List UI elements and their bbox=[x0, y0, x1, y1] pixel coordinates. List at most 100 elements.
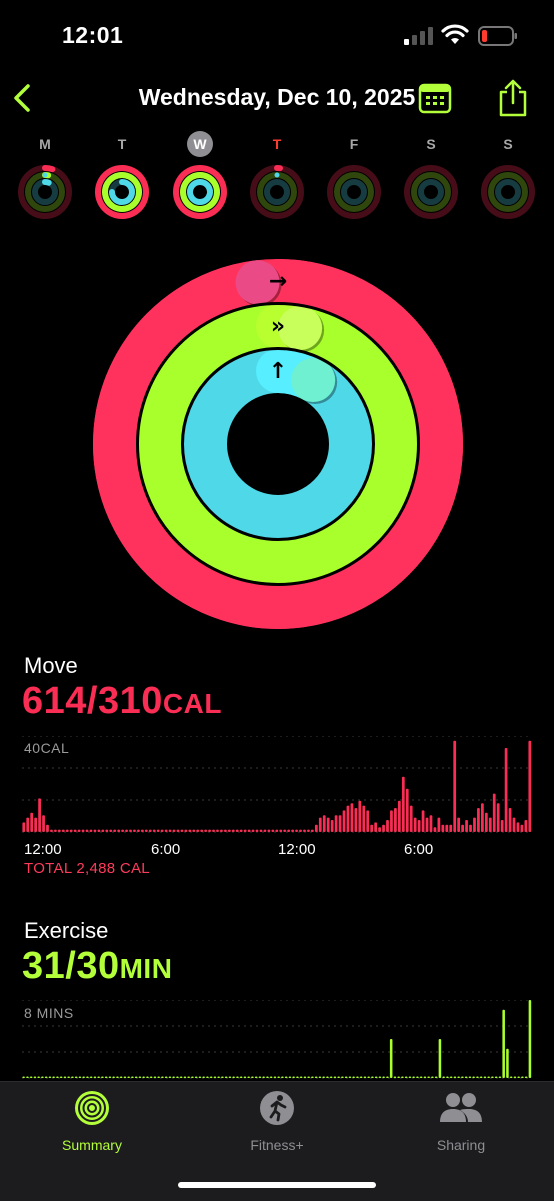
chart-bar bbox=[424, 1077, 427, 1079]
calendar-icon[interactable] bbox=[418, 82, 452, 114]
chart-bar bbox=[469, 825, 472, 832]
chart-bar bbox=[434, 827, 437, 832]
chart-bar bbox=[304, 1077, 307, 1079]
chart-bar bbox=[352, 1077, 355, 1079]
week-day-6[interactable]: S bbox=[403, 136, 459, 152]
chart-bar bbox=[34, 818, 37, 832]
chart-bar bbox=[431, 1077, 434, 1079]
week-day-letter: S bbox=[403, 136, 459, 152]
tab-summary[interactable]: Summary bbox=[32, 1090, 152, 1153]
chart-bar bbox=[521, 1077, 524, 1079]
chart-bar bbox=[214, 1077, 217, 1079]
mini-activity-rings bbox=[172, 164, 228, 220]
chart-bar bbox=[341, 1077, 344, 1079]
status-time: 12:01 bbox=[62, 22, 123, 49]
chart-bar bbox=[127, 1077, 130, 1079]
chart-bar bbox=[157, 1077, 160, 1079]
chart-bar bbox=[330, 1077, 333, 1079]
move-value: 614/310CAL bbox=[22, 680, 222, 723]
chart-bar bbox=[311, 830, 314, 832]
chart-bar bbox=[485, 813, 488, 832]
chart-bar bbox=[210, 1077, 213, 1079]
fitness-plus-icon bbox=[259, 1090, 295, 1126]
chart-bar bbox=[315, 825, 318, 832]
mini-activity-rings bbox=[249, 164, 305, 220]
tab-sharing[interactable]: Sharing bbox=[401, 1090, 521, 1153]
chart-bar bbox=[200, 830, 203, 832]
week-day-1[interactable]: M bbox=[17, 136, 73, 152]
chart-bar bbox=[334, 1077, 337, 1079]
chart-bar bbox=[220, 830, 223, 832]
chart-bar bbox=[196, 830, 199, 832]
tab-fitness-plus[interactable]: Fitness+ bbox=[217, 1090, 337, 1153]
mini-ring-dot bbox=[275, 173, 280, 178]
mini-activity-rings bbox=[403, 164, 459, 220]
chart-bar bbox=[303, 830, 306, 832]
chart-bar bbox=[41, 1077, 44, 1079]
chart-bar bbox=[195, 1077, 198, 1079]
chart-bar bbox=[410, 806, 413, 832]
chart-bar bbox=[362, 806, 365, 832]
chart-bar bbox=[266, 1077, 269, 1079]
chart-bar bbox=[277, 1077, 280, 1079]
chart-bar bbox=[401, 1077, 404, 1079]
chart-bar bbox=[491, 1077, 494, 1079]
week-day-2[interactable]: T bbox=[94, 136, 150, 152]
chart-bar bbox=[58, 830, 61, 832]
chart-bar bbox=[225, 1077, 228, 1079]
chart-bar bbox=[517, 1077, 520, 1079]
chart-bar bbox=[367, 1077, 370, 1079]
chart-bar bbox=[129, 830, 132, 832]
chart-bar bbox=[45, 1077, 48, 1079]
chart-bar bbox=[204, 830, 207, 832]
chart-bar bbox=[176, 1077, 179, 1079]
chart-bar bbox=[256, 830, 259, 832]
chart-bar bbox=[165, 830, 168, 832]
tab-sharing-label: Sharing bbox=[401, 1137, 521, 1153]
mini-ring-progress bbox=[45, 182, 49, 183]
chart-bar bbox=[378, 827, 381, 832]
chart-bar bbox=[232, 830, 235, 832]
chart-bar bbox=[135, 1077, 138, 1079]
chart-bar bbox=[124, 1077, 127, 1079]
chart-bar bbox=[67, 1077, 70, 1079]
chart-bar bbox=[422, 810, 425, 832]
chart-bar bbox=[251, 1077, 254, 1079]
week-day-4[interactable]: T bbox=[249, 136, 305, 152]
sharing-people-icon bbox=[438, 1090, 484, 1126]
chart-bar bbox=[202, 1077, 205, 1079]
chart-bar bbox=[157, 830, 160, 832]
chart-bar bbox=[517, 822, 520, 832]
week-day-3[interactable]: W bbox=[172, 136, 228, 157]
chart-bar bbox=[101, 830, 104, 832]
mini-ring-track bbox=[344, 182, 364, 202]
chart-bar bbox=[528, 741, 531, 832]
chart-bar bbox=[141, 830, 144, 832]
mini-activity-rings bbox=[480, 164, 536, 220]
chart-bar bbox=[105, 1077, 108, 1079]
chart-bar bbox=[345, 1077, 348, 1079]
chart-bar bbox=[514, 1077, 517, 1079]
chart-bar bbox=[255, 1077, 258, 1079]
chart-bar bbox=[525, 1077, 528, 1079]
chart-bar bbox=[427, 1077, 430, 1079]
mini-ring-dot bbox=[43, 173, 48, 178]
chart-bar bbox=[260, 830, 263, 832]
chart-bar bbox=[420, 1077, 423, 1079]
week-day-letter: M bbox=[17, 136, 73, 152]
chart-bar bbox=[112, 1077, 115, 1079]
chart-bar bbox=[442, 1077, 445, 1079]
chart-bar bbox=[121, 830, 124, 832]
chart-bar bbox=[285, 1077, 288, 1079]
chart-bar bbox=[98, 830, 101, 832]
share-icon[interactable] bbox=[495, 78, 531, 118]
activity-rings[interactable]: →»↑ bbox=[92, 258, 464, 630]
chart-bar bbox=[450, 1077, 453, 1079]
chart-bar bbox=[221, 1077, 224, 1079]
exercise-value-number: 31/30 bbox=[22, 945, 120, 987]
chart-bar bbox=[22, 822, 25, 832]
chart-bar bbox=[169, 1077, 172, 1079]
week-day-5[interactable]: F bbox=[326, 136, 382, 152]
week-day-7[interactable]: S bbox=[480, 136, 536, 152]
week-day-letter: W bbox=[187, 131, 213, 157]
